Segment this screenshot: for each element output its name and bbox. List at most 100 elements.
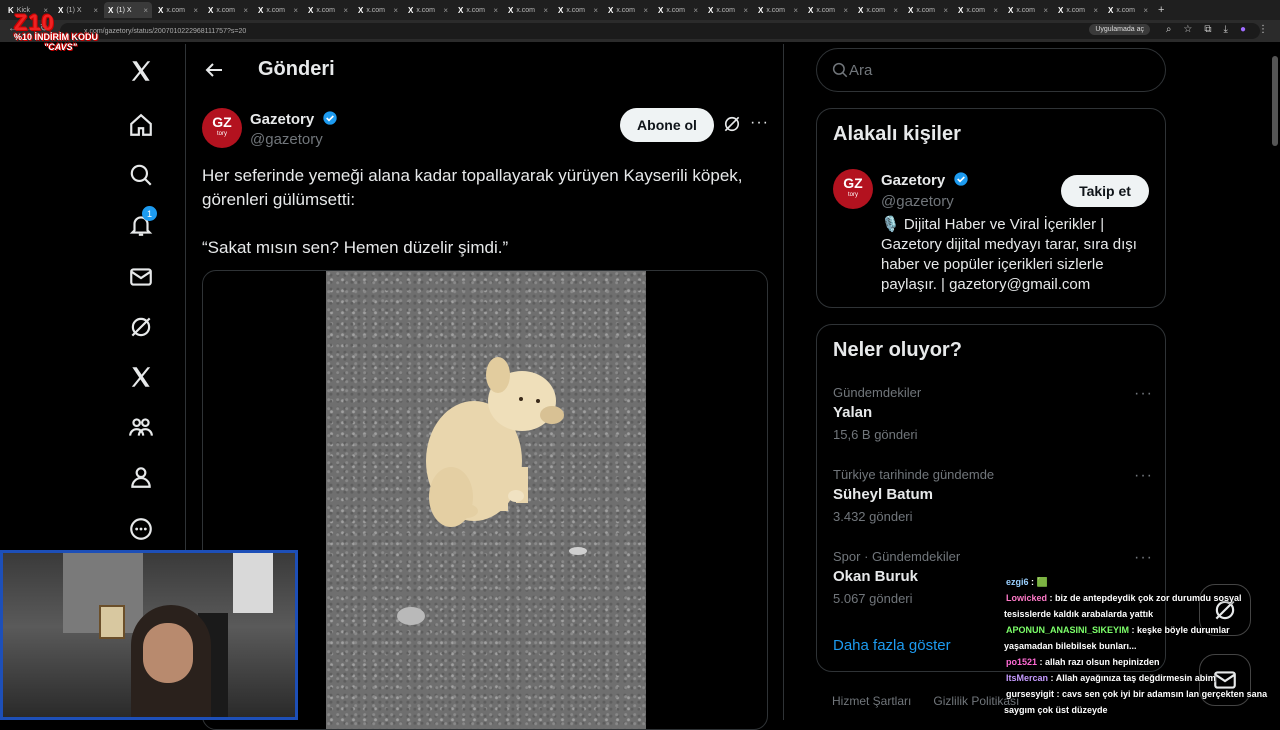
tab-label: (1) X (116, 6, 132, 14)
search-bar[interactable] (816, 48, 1166, 92)
close-icon[interactable]: × (1093, 6, 1098, 15)
tab-13[interactable]: Xx.com × (654, 2, 702, 18)
tab-label: x.com (966, 6, 986, 14)
trend-context: Gündemdekiler (833, 385, 922, 400)
messages-mail-icon[interactable] (126, 262, 156, 292)
tab-label: x.com (366, 6, 386, 14)
related-name[interactable]: Gazetory (881, 171, 969, 189)
tab-14[interactable]: Xx.com × (704, 2, 752, 18)
url-input[interactable]: x.com/gazetory/status/200701022296811175… (60, 23, 1260, 39)
author-handle[interactable]: @gazetory (250, 131, 323, 148)
x-logo-icon: X (108, 5, 114, 15)
close-icon[interactable]: × (943, 6, 948, 15)
tab-11[interactable]: Xx.com × (554, 2, 602, 18)
show-more-link[interactable]: Daha fazla göster (833, 637, 951, 654)
chat-text: Allah ayağınıza taş değdirmesin abim (1055, 673, 1216, 683)
more-options-icon[interactable]: ··· (750, 114, 769, 132)
tab-16[interactable]: Xx.com × (804, 2, 852, 18)
follow-button[interactable]: Takip et (1061, 175, 1149, 207)
zoom-icon[interactable]: ⌕ (1166, 24, 1172, 35)
close-icon[interactable]: × (893, 6, 898, 15)
tab-4[interactable]: Xx.com × (204, 2, 252, 18)
close-icon[interactable]: × (1043, 6, 1048, 15)
browser-tab-bar: K Kick × X (1) X × X (1) X × Xx.com × Xx.com × X… (0, 0, 1280, 20)
tab-5[interactable]: Xx.com × (254, 2, 302, 18)
scrollbar-thumb[interactable] (1272, 56, 1278, 146)
author-name[interactable]: Gazetory (250, 110, 338, 128)
tab-7[interactable]: Xx.com × (354, 2, 402, 18)
close-icon[interactable]: × (293, 6, 298, 15)
bookmark-star-icon[interactable]: ☆ (1183, 24, 1192, 35)
tab-10[interactable]: Xx.com × (504, 2, 552, 18)
tab-22[interactable]: Xx.com × (1104, 2, 1152, 18)
close-icon[interactable]: × (643, 6, 648, 15)
tab-6[interactable]: Xx.com × (304, 2, 352, 18)
profile-icon[interactable]: ● (1240, 24, 1246, 35)
download-icon[interactable]: ⤓ (1224, 24, 1228, 35)
tab-17[interactable]: Xx.com × (854, 2, 902, 18)
tab-20[interactable]: Xx.com × (1004, 2, 1052, 18)
close-icon[interactable]: × (793, 6, 798, 15)
close-icon[interactable]: × (593, 6, 598, 15)
related-handle[interactable]: @gazetory (881, 193, 954, 210)
close-icon[interactable]: × (443, 6, 448, 15)
x-logo-icon: X (958, 5, 964, 15)
grok-icon[interactable] (722, 114, 742, 134)
tab-2-active[interactable]: X (1) X × (104, 2, 152, 18)
close-icon[interactable]: × (1143, 6, 1148, 15)
trend-item[interactable]: Gündemdekiler Yalan 15,6 B gönderi ··· (833, 385, 1153, 455)
close-icon[interactable]: × (743, 6, 748, 15)
close-icon[interactable]: × (993, 6, 998, 15)
trend-item[interactable]: Türkiye tarihinde gündemde Süheyl Batum … (833, 467, 1153, 537)
more-options-icon[interactable]: ··· (1134, 467, 1153, 485)
tab-19[interactable]: Xx.com × (954, 2, 1002, 18)
communities-icon[interactable] (126, 412, 156, 442)
notifications-bell-icon[interactable]: 1 (126, 206, 157, 240)
x-logo-icon[interactable] (126, 56, 156, 86)
author-avatar[interactable]: GZ tory (202, 108, 242, 148)
tab-3[interactable]: Xx.com × (154, 2, 202, 18)
more-circle-icon[interactable] (126, 514, 156, 544)
grok-icon[interactable] (126, 312, 156, 342)
close-icon[interactable]: × (343, 6, 348, 15)
terms-link[interactable]: Hizmet Şartları (832, 694, 911, 708)
back-arrow-icon[interactable] (202, 58, 226, 82)
tab-9[interactable]: Xx.com × (454, 2, 502, 18)
menu-dots-icon[interactable]: ⋮ (1258, 24, 1268, 35)
tab-8[interactable]: Xx.com × (404, 2, 452, 18)
search-icon (832, 62, 848, 78)
search-input[interactable] (849, 49, 1149, 91)
search-icon[interactable] (126, 160, 156, 190)
close-icon[interactable]: × (193, 6, 198, 15)
close-icon[interactable]: × (493, 6, 498, 15)
new-tab-icon[interactable]: + (1158, 4, 1164, 16)
close-icon[interactable]: × (143, 6, 148, 15)
extensions-icon[interactable]: ⧉ (1204, 24, 1211, 35)
tab-18[interactable]: Xx.com × (904, 2, 952, 18)
profile-icon[interactable] (126, 462, 156, 492)
tab-label: x.com (766, 6, 786, 14)
open-in-app-button[interactable]: Uygulamada aç (1089, 24, 1150, 35)
subscribe-button[interactable]: Abone ol (620, 108, 714, 142)
tab-21[interactable]: Xx.com × (1054, 2, 1102, 18)
webcam-face (143, 623, 193, 683)
close-icon[interactable]: × (243, 6, 248, 15)
related-avatar[interactable]: GZ tory (833, 169, 873, 209)
more-options-icon[interactable]: ··· (1134, 385, 1153, 403)
tab-15[interactable]: Xx.com × (754, 2, 802, 18)
close-icon[interactable]: × (393, 6, 398, 15)
x-logo-icon: X (1008, 5, 1014, 15)
close-icon[interactable]: × (543, 6, 548, 15)
more-options-icon[interactable]: ··· (1134, 549, 1153, 567)
video-dog[interactable] (326, 271, 646, 729)
tab-label: x.com (816, 6, 836, 14)
premium-x-icon[interactable] (126, 362, 156, 392)
stream-sponsor-logo: Z10 %10 İNDİRİM KODU "CAVS" (14, 10, 104, 52)
close-icon[interactable]: × (843, 6, 848, 15)
x-logo-icon: X (758, 5, 764, 15)
x-logo-icon: X (1058, 5, 1064, 15)
home-icon[interactable] (126, 110, 156, 140)
trend-context: Spor · Gündemdekiler (833, 549, 961, 564)
close-icon[interactable]: × (693, 6, 698, 15)
tab-12[interactable]: Xx.com × (604, 2, 652, 18)
